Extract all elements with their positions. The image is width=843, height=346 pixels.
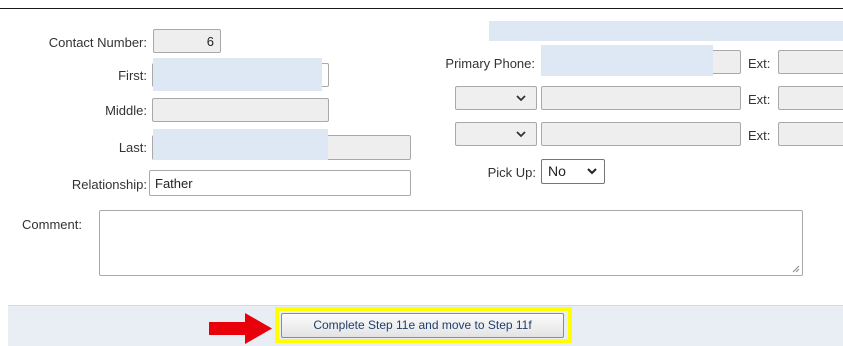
pickup-select[interactable]: No (541, 159, 605, 184)
primary-phone-label: Primary Phone: (445, 56, 535, 71)
contact-number-label: Contact Number: (48, 35, 147, 50)
phone-2-input[interactable] (541, 86, 741, 110)
pickup-label: Pick Up: (487, 165, 536, 180)
redacted-primary-phone (541, 45, 713, 76)
middle-name-label: Middle: (105, 103, 147, 118)
redacted-last-name (153, 129, 328, 160)
redacted-first-name (153, 58, 322, 91)
chevron-down-icon (516, 131, 526, 138)
phone-3-ext-input[interactable] (778, 122, 843, 146)
top-border-line (0, 8, 843, 9)
pickup-value: No (548, 163, 566, 179)
primary-ext-label: Ext: (748, 56, 771, 71)
red-arrow-icon (209, 313, 272, 344)
redacted-header-banner (489, 21, 843, 41)
phone-2-type-select[interactable] (455, 86, 537, 110)
phone-2-ext-label: Ext: (748, 92, 771, 107)
primary-ext-input[interactable] (778, 50, 843, 74)
comment-label: Comment: (22, 217, 82, 232)
last-name-label: Last: (118, 140, 147, 155)
chevron-down-icon (516, 95, 526, 102)
phone-3-input[interactable] (541, 122, 741, 146)
resize-grip-icon[interactable] (791, 264, 800, 273)
first-name-label: First: (118, 68, 147, 83)
relationship-value: Father (155, 176, 193, 191)
complete-step-button[interactable]: Complete Step 11e and move to Step 11f (281, 313, 564, 338)
contact-number-value: 6 (206, 34, 214, 49)
chevron-down-icon (587, 168, 597, 175)
contact-number-field[interactable]: 6 (153, 29, 221, 53)
phone-3-type-select[interactable] (455, 122, 537, 146)
middle-name-input[interactable] (152, 98, 329, 122)
phone-2-ext-input[interactable] (778, 86, 843, 110)
phone-3-ext-label: Ext: (748, 128, 771, 143)
relationship-input[interactable]: Father (149, 170, 411, 196)
comment-textarea[interactable] (99, 210, 803, 276)
relationship-label: Relationship: (71, 177, 147, 192)
